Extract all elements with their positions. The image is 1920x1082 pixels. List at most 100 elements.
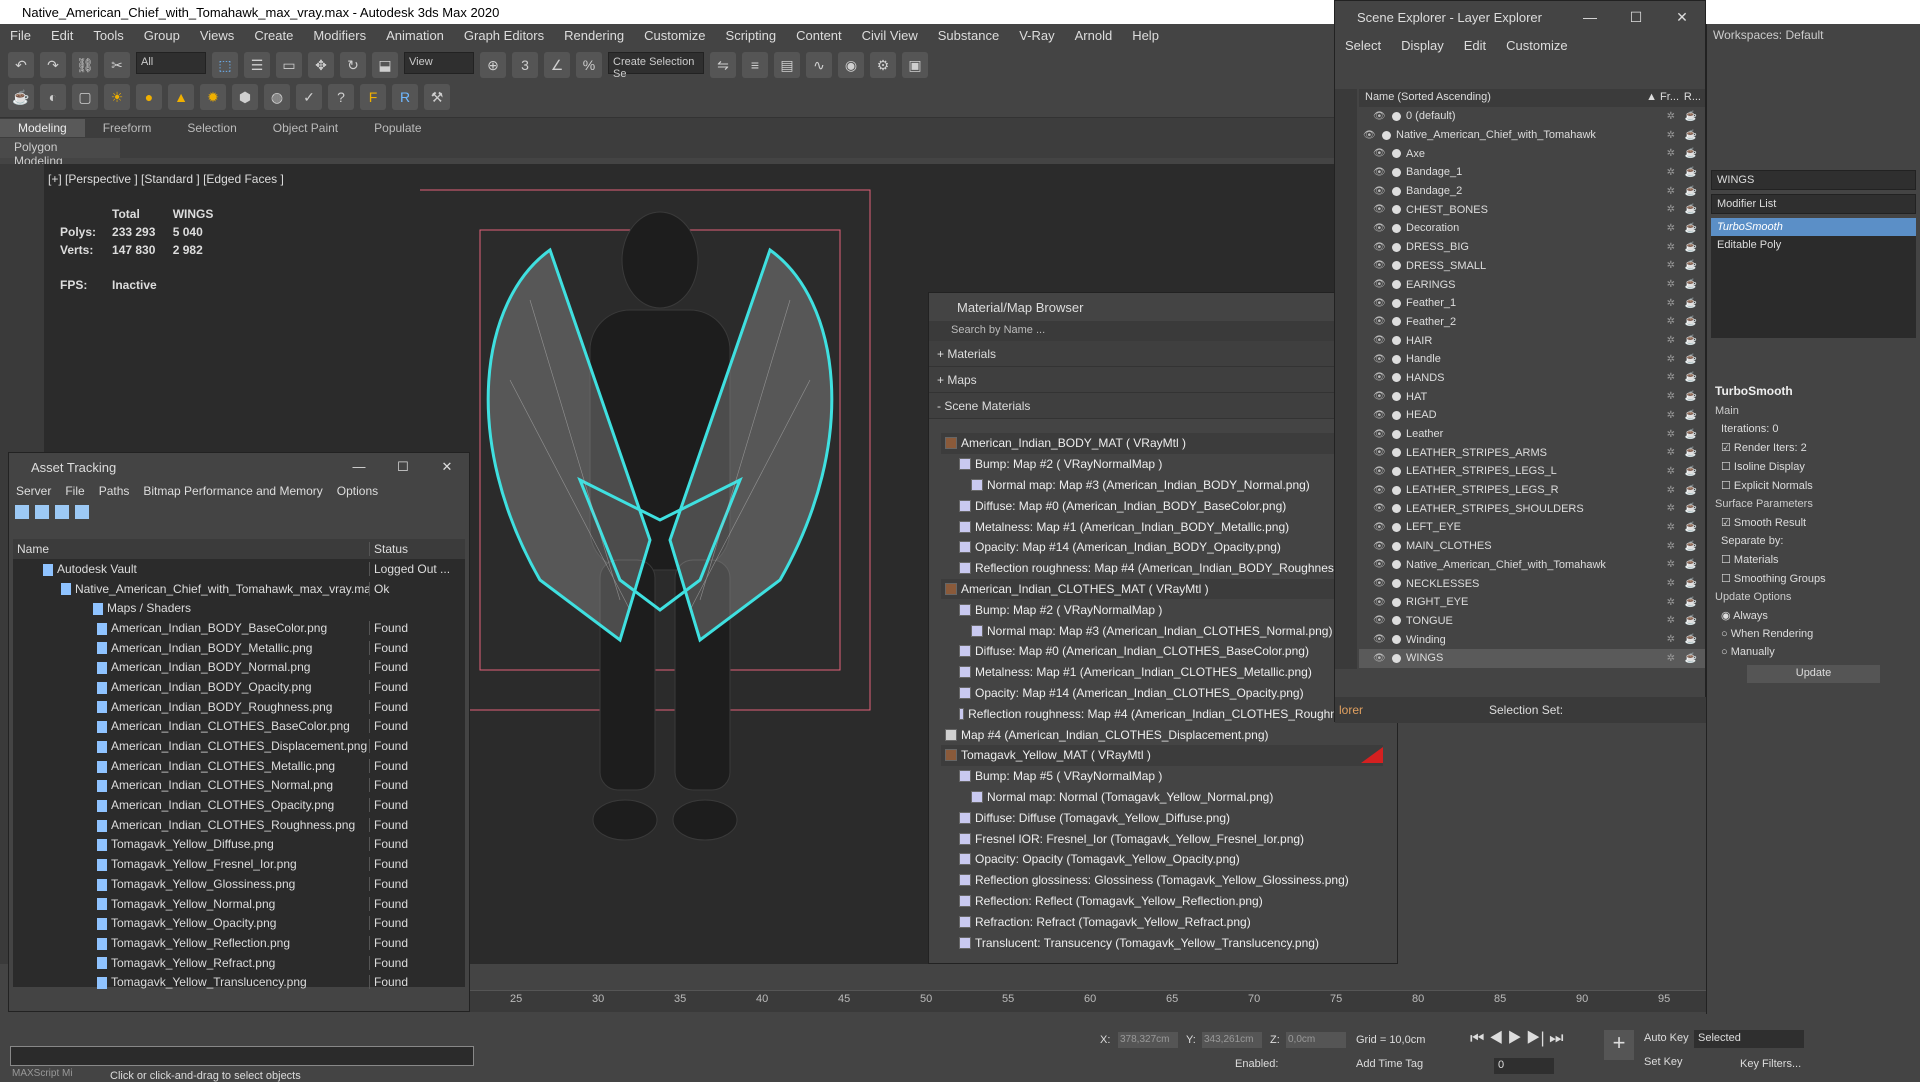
asset-row[interactable]: Native_American_Chief_with_Tomahawk_max_… — [13, 579, 465, 599]
asset-menu-item[interactable]: Options — [330, 484, 385, 498]
asset-row[interactable]: Tomagavk_Yellow_Normal.png Found — [13, 894, 465, 914]
material-item[interactable]: Tomagavk_Yellow_MAT ( VRayMtl ) — [941, 744, 1383, 766]
ribbon-subtab[interactable]: Polygon Modeling — [0, 138, 120, 168]
explorer-filter-bar[interactable] — [1335, 57, 1705, 91]
visibility-icon[interactable]: 👁 — [1373, 653, 1387, 664]
render-icon[interactable]: ☕ — [1685, 354, 1697, 365]
render-iters-spinner[interactable]: 2 — [1801, 442, 1807, 454]
redo-icon[interactable]: ↷ — [40, 52, 66, 78]
material-group[interactable]: + Materials — [929, 341, 1397, 367]
render-icon[interactable]: ☕ — [1685, 429, 1697, 440]
freeze-icon[interactable]: ✲ — [1667, 429, 1675, 440]
asset-row[interactable]: American_Indian_CLOTHES_Opacity.png Found — [13, 795, 465, 815]
asset-row[interactable]: Maps / Shaders — [13, 598, 465, 618]
map-item[interactable]: Reflection roughness: Map #4 (American_I… — [941, 703, 1383, 724]
curve-editor-icon[interactable]: ∿ — [806, 52, 832, 78]
move-icon[interactable]: ✥ — [308, 52, 334, 78]
visibility-icon[interactable]: 👁 — [1373, 485, 1387, 496]
asset-menu-item[interactable]: Server — [9, 484, 58, 498]
light-icon[interactable]: ☀ — [104, 84, 130, 110]
render-icon[interactable]: ☕ — [1685, 410, 1697, 421]
scene-object-row[interactable]: 👁 DRESS_BIG ✲ ☕ — [1359, 238, 1705, 257]
scene-object-row[interactable]: 👁 LEATHER_STRIPES_LEGS_R ✲ ☕ — [1359, 481, 1705, 500]
menu-arnold[interactable]: Arnold — [1065, 28, 1123, 43]
menu-views[interactable]: Views — [190, 28, 244, 43]
auto-key-button[interactable]: Auto Key — [1644, 1032, 1689, 1044]
scene-object-row[interactable]: 👁 LEFT_EYE ✲ ☕ — [1359, 518, 1705, 537]
explicit-normals-checkbox[interactable]: ☐ Explicit Normals — [1707, 476, 1920, 495]
tools-icon[interactable]: ⚒ — [424, 84, 450, 110]
shape-icon[interactable]: ◐ — [40, 84, 66, 110]
visibility-icon[interactable]: 👁 — [1373, 354, 1387, 365]
character-model[interactable] — [420, 180, 980, 960]
asset-row[interactable]: Tomagavk_Yellow_Opacity.png Found — [13, 913, 465, 933]
visibility-icon[interactable]: 👁 — [1373, 634, 1387, 645]
asset-row[interactable]: American_Indian_BODY_Normal.png Found — [13, 657, 465, 677]
visibility-icon[interactable]: 👁 — [1373, 410, 1387, 421]
teapot-icon[interactable]: ☕ — [8, 84, 34, 110]
freeze-icon[interactable]: ✲ — [1667, 653, 1675, 664]
visibility-icon[interactable]: 👁 — [1373, 503, 1387, 514]
render-setup-icon[interactable]: ⚙ — [870, 52, 896, 78]
freeze-icon[interactable]: ✲ — [1667, 503, 1675, 514]
menu-scripting[interactable]: Scripting — [716, 28, 787, 43]
table-icon[interactable] — [55, 505, 69, 519]
asset-row[interactable]: American_Indian_CLOTHES_Displacement.png… — [13, 736, 465, 756]
scene-object-row[interactable]: 👁 LEATHER_STRIPES_SHOULDERS ✲ ☕ — [1359, 499, 1705, 518]
viewport-label[interactable]: [+] [Perspective ] [Standard ] [Edged Fa… — [48, 172, 284, 186]
scene-object-row[interactable]: 👁 NECKLESSES ✲ ☕ — [1359, 574, 1705, 593]
freeze-icon[interactable]: ✲ — [1667, 167, 1675, 178]
asset-menu-item[interactable]: Paths — [92, 484, 137, 498]
vray-icon[interactable]: ✓ — [296, 84, 322, 110]
render-icon[interactable]: ☕ — [1685, 372, 1697, 383]
freeze-icon[interactable]: ✲ — [1667, 354, 1675, 365]
name-column-header[interactable]: Name (Sorted Ascending) ▲ Fr... R... — [1359, 89, 1705, 107]
set-key-button[interactable]: Set Key — [1644, 1056, 1683, 1068]
asset-row[interactable]: American_Indian_BODY_BaseColor.png Found — [13, 618, 465, 638]
map-item[interactable]: Diffuse: Map #0 (American_Indian_BODY_Ba… — [941, 495, 1383, 516]
material-search-input[interactable]: Search by Name ... — [929, 321, 1397, 341]
render-icon[interactable]: ☕ — [1685, 578, 1697, 589]
rect-selection-icon[interactable]: ▭ — [276, 52, 302, 78]
map-item[interactable]: Bump: Map #5 ( VRayNormalMap ) — [941, 766, 1383, 787]
undo-icon[interactable]: ↶ — [8, 52, 34, 78]
scene-object-row[interactable]: 👁 Bandage_1 ✲ ☕ — [1359, 163, 1705, 182]
render-icon[interactable]: ☕ — [1685, 148, 1697, 159]
menu-tools[interactable]: Tools — [83, 28, 133, 43]
scene-object-row[interactable]: 👁 Winding ✲ ☕ — [1359, 630, 1705, 649]
workspace-dropdown[interactable]: Default — [1785, 28, 1823, 42]
render-icon[interactable]: ☕ — [1685, 597, 1697, 608]
cube-icon[interactable]: ⬢ — [232, 84, 258, 110]
rotate-icon[interactable]: ↻ — [340, 52, 366, 78]
freeze-icon[interactable]: ✲ — [1667, 391, 1675, 402]
render-icon[interactable]: ☕ — [1685, 130, 1697, 141]
asset-row[interactable]: American_Indian_CLOTHES_Metallic.png Foun… — [13, 756, 465, 776]
asset-row[interactable]: Tomagavk_Yellow_Diffuse.png Found — [13, 835, 465, 855]
map-item[interactable]: Reflection roughness: Map #4 (American_I… — [941, 558, 1383, 579]
render-icon[interactable]: ☕ — [1685, 503, 1697, 514]
render-icon[interactable]: ☕ — [1685, 447, 1697, 458]
menu-modifiers[interactable]: Modifiers — [303, 28, 376, 43]
close-icon[interactable]: ✕ — [425, 459, 469, 475]
refresh-icon[interactable] — [15, 505, 29, 519]
render-cloud-icon[interactable]: R — [392, 84, 418, 110]
render-icon[interactable]: ☕ — [1685, 615, 1697, 626]
menu-substance[interactable]: Substance — [928, 28, 1009, 43]
pivot-icon[interactable]: ⊕ — [480, 52, 506, 78]
render-icon[interactable]: ☕ — [1685, 316, 1697, 327]
render-icon[interactable]: ☕ — [1685, 204, 1697, 215]
scene-object-row[interactable]: 👁 0 (default) ✲ ☕ — [1359, 107, 1705, 126]
asset-row[interactable]: American_Indian_BODY_Roughness.png Found — [13, 697, 465, 717]
explorer-menu-item[interactable]: Select — [1335, 38, 1391, 53]
asset-row[interactable]: Autodesk Vault Logged Out ... — [13, 559, 465, 579]
asset-menu-item[interactable]: File — [58, 484, 91, 498]
map-item[interactable]: Opacity: Opacity (Tomagavk_Yellow_Opacit… — [941, 849, 1383, 870]
menu-customize[interactable]: Customize — [634, 28, 715, 43]
spot-icon[interactable]: ✹ — [200, 84, 226, 110]
z-coord-field[interactable]: 0,0cm — [1286, 1032, 1346, 1048]
freeze-icon[interactable]: ✲ — [1667, 410, 1675, 421]
render-icon[interactable]: ☕ — [1685, 522, 1697, 533]
asset-row[interactable]: Tomagavk_Yellow_Reflection.png Found — [13, 933, 465, 953]
manually-radio[interactable]: ○ Manually — [1707, 643, 1920, 661]
scene-object-row[interactable]: 👁 LEATHER_STRIPES_LEGS_L ✲ ☕ — [1359, 462, 1705, 481]
